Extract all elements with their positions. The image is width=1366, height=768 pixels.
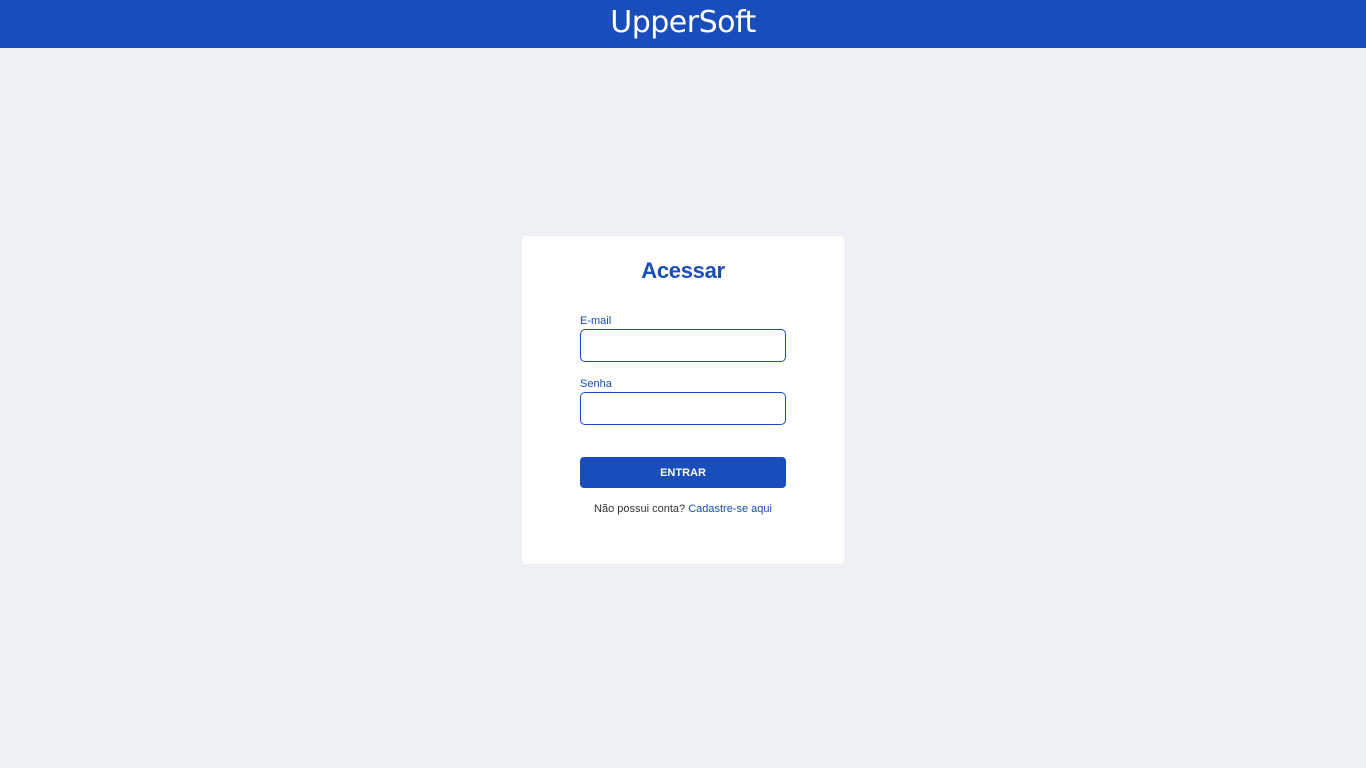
signup-link[interactable]: Cadastre-se aqui: [688, 503, 772, 515]
uppersoft-logo: UpperSoft: [610, 5, 756, 40]
password-field[interactable]: [580, 392, 786, 425]
login-card: Acessar E-mail Senha ENTRAR Não possui c…: [522, 236, 844, 564]
signup-row: Não possui conta? Cadastre-se aqui: [522, 503, 844, 515]
email-label: E-mail: [580, 315, 612, 327]
email-field[interactable]: [580, 329, 786, 362]
top-header-bar: UpperSoft: [0, 0, 1366, 48]
password-label: Senha: [580, 378, 612, 390]
login-submit-button[interactable]: ENTRAR: [580, 457, 786, 488]
signup-prompt: Não possui conta?: [594, 503, 686, 515]
login-title: Acessar: [641, 258, 725, 283]
